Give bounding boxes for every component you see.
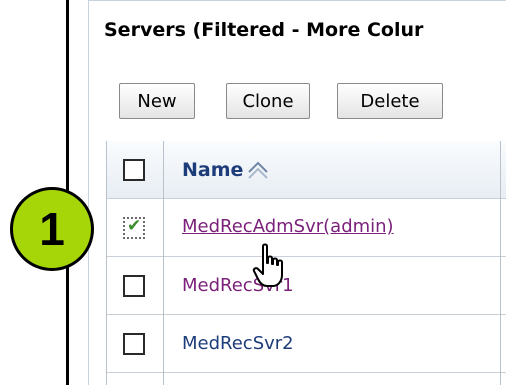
server-name-link[interactable]: MedRecSvr2 [182,333,294,354]
column-divider [500,141,501,385]
select-all-checkbox[interactable] [123,159,145,181]
sort-ascending-icon[interactable] [247,160,269,180]
row-checkbox[interactable]: ✔ [123,216,145,239]
hand-pointer-cursor-icon [252,243,283,287]
delete-button[interactable]: Delete [337,83,443,119]
name-column-header[interactable]: Name [182,159,243,181]
new-button[interactable]: New [119,83,195,119]
table-header-row: Name [107,141,506,199]
servers-panel: Servers (Filtered - More Colur New Clone… [88,0,506,385]
clone-button[interactable]: Clone [226,83,310,119]
table-row: MedRecSvr2 [107,315,506,373]
server-name-link[interactable]: MedRecAdmSvr(admin) [182,216,394,237]
step-number-callout: 1 [10,187,94,271]
panel-title: Servers (Filtered - More Colur [104,19,424,41]
servers-table: Name ✔ MedRecAdmSvr(admin) MedRecSvr1 Me… [106,141,506,385]
row-checkbox[interactable] [123,275,145,297]
checkmark-icon: ✔ [127,216,142,236]
row-checkbox[interactable] [123,333,145,355]
column-divider [163,141,164,385]
table-row: ✔ MedRecAdmSvr(admin) [107,199,506,257]
table-row: MedRecSvr1 [107,257,506,315]
window-frame: Servers (Filtered - More Colur New Clone… [66,0,506,385]
